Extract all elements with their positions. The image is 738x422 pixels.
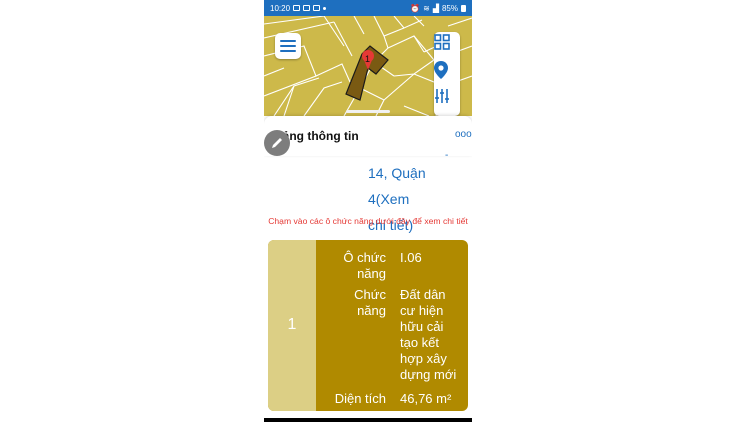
nav-bar — [264, 418, 472, 422]
row-label-function: Chức năng — [354, 287, 386, 318]
row-label-function-zone: Ô chức năng — [343, 250, 386, 281]
parcel-label: 1 — [365, 54, 370, 64]
row-value-function: Đất dân cư hiện hữu cải tạo kết hợp xây … — [400, 287, 457, 382]
battery-icon — [461, 4, 466, 12]
wifi-icon: ≋ — [423, 3, 430, 13]
drag-handle[interactable] — [346, 110, 390, 113]
status-time: 10:20 — [270, 3, 291, 13]
card-index: 1 — [287, 316, 297, 333]
row-value-area: 46,76 m² — [400, 391, 452, 406]
function-card[interactable]: 1 Ô chức năng I.06 Chức năng Đất dân cư … — [268, 240, 468, 411]
row-value-function-zone: I.06 — [400, 250, 422, 265]
alarm-icon: ⏰ — [410, 3, 421, 13]
signal-icon: ▟ — [432, 3, 439, 13]
address-link[interactable]: 14, Quận 4(Xem chi tiết) — [368, 160, 468, 238]
battery-text: 85% — [441, 3, 458, 13]
dot-icon — [323, 6, 327, 10]
mail-icon — [313, 5, 321, 11]
pencil-icon[interactable] — [264, 130, 290, 156]
hint-text: Chạm vào các ô chức năng dưới đây để xem… — [268, 216, 468, 226]
row-label-area: Diện tích — [334, 391, 386, 406]
phone-screen: 10:20 ⏰ ≋ ▟ 85% 1 Bảng thông tin ooo - 1… — [264, 0, 472, 422]
more-dots-icon[interactable]: ooo — [455, 129, 472, 140]
location-pin-icon[interactable] — [434, 61, 460, 87]
address-line-1: 14, Quận 4(Xem — [368, 165, 426, 207]
hamburger-menu-icon[interactable] — [275, 33, 301, 59]
map-view[interactable]: 1 — [264, 16, 472, 116]
info-panel-header: Bảng thông tin ooo — [264, 116, 472, 156]
message-icon — [293, 5, 301, 11]
map-toolbar — [434, 32, 460, 116]
status-bar: 10:20 ⏰ ≋ ▟ 85% — [264, 0, 472, 16]
sliders-icon[interactable] — [434, 88, 460, 114]
gallery-icon — [303, 5, 311, 11]
grid-layers-icon[interactable] — [434, 34, 460, 60]
